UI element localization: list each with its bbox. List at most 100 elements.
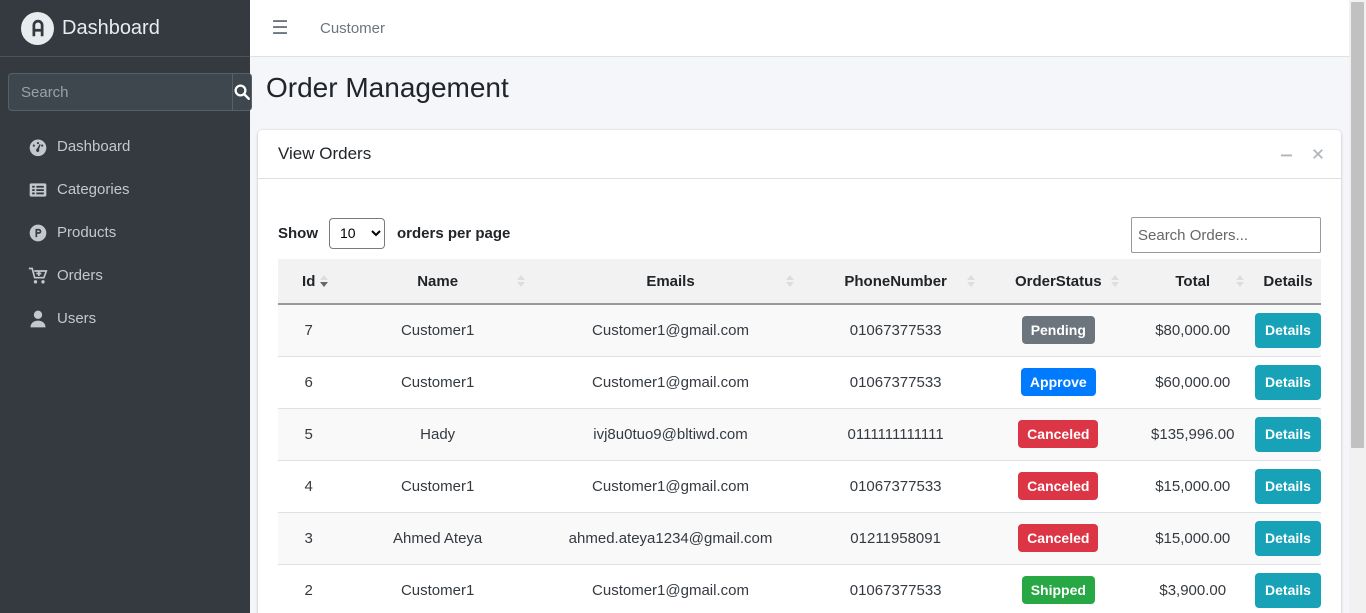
phone-cell: 01067377533 — [849, 581, 942, 599]
order-id-cell: 6 — [304, 373, 313, 391]
status-badge: Shipped — [1021, 576, 1095, 604]
sort-desc-icon — [320, 275, 329, 287]
customer-name-cell: Customer1 — [400, 321, 475, 339]
sidebar-search-input[interactable] — [8, 73, 232, 111]
details-cell: Details — [1255, 564, 1321, 613]
card-header: View Orders — [258, 130, 1341, 179]
sidebar-search — [8, 73, 252, 111]
sort-icon — [1236, 275, 1244, 287]
sidebar-item-label: Orders — [57, 267, 103, 284]
card-title: View Orders — [278, 144, 372, 163]
phone-cell: 01211958091 — [850, 529, 941, 547]
sidebar-item-users[interactable]: Users — [0, 297, 250, 340]
details-button[interactable]: Details — [1255, 572, 1321, 608]
details-button[interactable]: Details — [1255, 364, 1321, 400]
sidebar-search-button[interactable] — [232, 73, 252, 111]
details-cell: Details — [1255, 460, 1321, 512]
cart-icon — [27, 265, 48, 286]
customer-name-cell: Customer1 — [400, 581, 475, 599]
sidebar-item-categories[interactable]: Categories — [0, 168, 250, 211]
status-badge: Canceled — [1018, 420, 1099, 448]
table-controls: Show 10 orders per page — [278, 215, 1321, 253]
status-cell: Canceled — [986, 512, 1130, 564]
total-cell: $15,000.00 — [1155, 477, 1231, 495]
email-cell: Customer1@gmail.com — [592, 373, 749, 391]
email-cell: Customer1@gmail.com — [592, 477, 749, 495]
table-row: 7 Customer1 Customer1@gmail.com 01067377533… — [278, 304, 1321, 356]
brand-text: Dashboard — [62, 16, 160, 39]
table-row: 6 Customer1 Customer1@gmail.com 01067377533… — [278, 356, 1321, 408]
email-cell: ahmed.ateya1234@gmail.com — [568, 529, 773, 547]
collapse-minus-icon[interactable] — [1279, 144, 1293, 164]
sidebar-item-orders[interactable]: Orders — [0, 254, 250, 297]
scrollbar-thumb[interactable] — [1351, 2, 1364, 448]
email-cell: ivj8u0tuo9@bltiwd.com — [593, 425, 748, 443]
brand-logo-icon — [21, 11, 54, 45]
column-header-name[interactable]: Name — [339, 259, 536, 304]
nav-link-customer[interactable]: Customer — [320, 20, 385, 37]
page-scrollbar[interactable] — [1349, 0, 1366, 613]
orders-table: Id Name Emails PhoneNumber OrderStatus T… — [278, 259, 1321, 613]
sort-icon — [786, 275, 795, 287]
table-row: 4 Customer1 Customer1@gmail.com 01067377533… — [278, 460, 1321, 512]
total-cell: $60,000.00 — [1155, 373, 1231, 391]
details-button[interactable]: Details — [1255, 520, 1321, 556]
order-id-cell: 7 — [304, 321, 313, 339]
sidebar-item-label: Dashboard — [57, 138, 131, 155]
total-cell: $80,000.00 — [1155, 321, 1231, 339]
table-row: 2 Customer1 Customer1@gmail.com 01067377533… — [278, 564, 1321, 613]
sidebar: Dashboard Dashboard Categories Products … — [0, 0, 252, 613]
order-id-cell: 2 — [304, 581, 313, 599]
status-cell: Canceled — [986, 408, 1130, 460]
customer-name-cell: Ahmed Ateya — [393, 529, 483, 547]
customer-name-cell: Hady — [420, 425, 456, 443]
card-tools — [1279, 144, 1325, 164]
per-page-label: orders per page — [397, 224, 511, 242]
user-icon — [27, 308, 48, 329]
column-header-emails[interactable]: Emails — [536, 259, 805, 304]
order-id-cell: 5 — [304, 425, 313, 443]
sidebar-item-label: Users — [57, 310, 97, 327]
column-header-phonenumber[interactable]: PhoneNumber — [805, 259, 986, 304]
status-cell: Pending — [986, 304, 1130, 356]
list-icon — [27, 179, 48, 200]
details-button[interactable]: Details — [1255, 468, 1321, 504]
sidebar-item-label: Products — [57, 224, 117, 241]
status-badge: Canceled — [1018, 472, 1099, 500]
tachometer-icon — [27, 136, 48, 157]
search-orders-input[interactable] — [1131, 217, 1321, 253]
table-header-row: Id Name Emails PhoneNumber OrderStatus T… — [278, 259, 1321, 304]
show-label: Show — [278, 224, 318, 242]
status-cell: Canceled — [986, 460, 1130, 512]
details-cell: Details — [1255, 304, 1321, 356]
column-header-id[interactable]: Id — [278, 259, 339, 304]
status-badge: Approve — [1020, 368, 1096, 396]
column-header-orderstatus[interactable]: OrderStatus — [986, 259, 1130, 304]
page-length-select[interactable]: 10 — [329, 217, 385, 249]
details-cell: Details — [1255, 408, 1321, 460]
customer-name-cell: Customer1 — [400, 373, 475, 391]
order-id-cell: 3 — [304, 529, 313, 547]
total-cell: $135,996.00 — [1151, 425, 1235, 443]
column-header-total[interactable]: Total — [1130, 259, 1255, 304]
details-cell: Details — [1255, 512, 1321, 564]
brand-link[interactable]: Dashboard — [0, 0, 250, 57]
sort-icon — [1111, 275, 1120, 287]
product-p-icon — [27, 222, 48, 243]
sort-icon — [516, 275, 525, 287]
status-cell: Shipped — [986, 564, 1130, 613]
menu-toggle-icon[interactable]: ☰ — [250, 0, 310, 57]
sidebar-item-products[interactable]: Products — [0, 211, 250, 254]
close-icon[interactable] — [1311, 144, 1325, 164]
orders-card: View Orders Show 10 orders per page Sear… — [258, 130, 1341, 613]
sidebar-nav: Dashboard Categories Products Orders Use… — [0, 125, 250, 340]
details-button[interactable]: Details — [1255, 312, 1321, 348]
table-row: 3 Ahmed Ateya ahmed.ateya1234@gmail.com 012… — [278, 512, 1321, 564]
sort-icon — [967, 275, 976, 287]
top-navbar: ☰ Customer — [250, 0, 1349, 57]
phone-cell: 01067377533 — [849, 373, 942, 391]
details-button[interactable]: Details — [1255, 416, 1321, 452]
order-id-cell: 4 — [304, 477, 313, 495]
sidebar-item-dashboard[interactable]: Dashboard — [0, 125, 250, 168]
phone-cell: 01067377533 — [849, 477, 942, 495]
